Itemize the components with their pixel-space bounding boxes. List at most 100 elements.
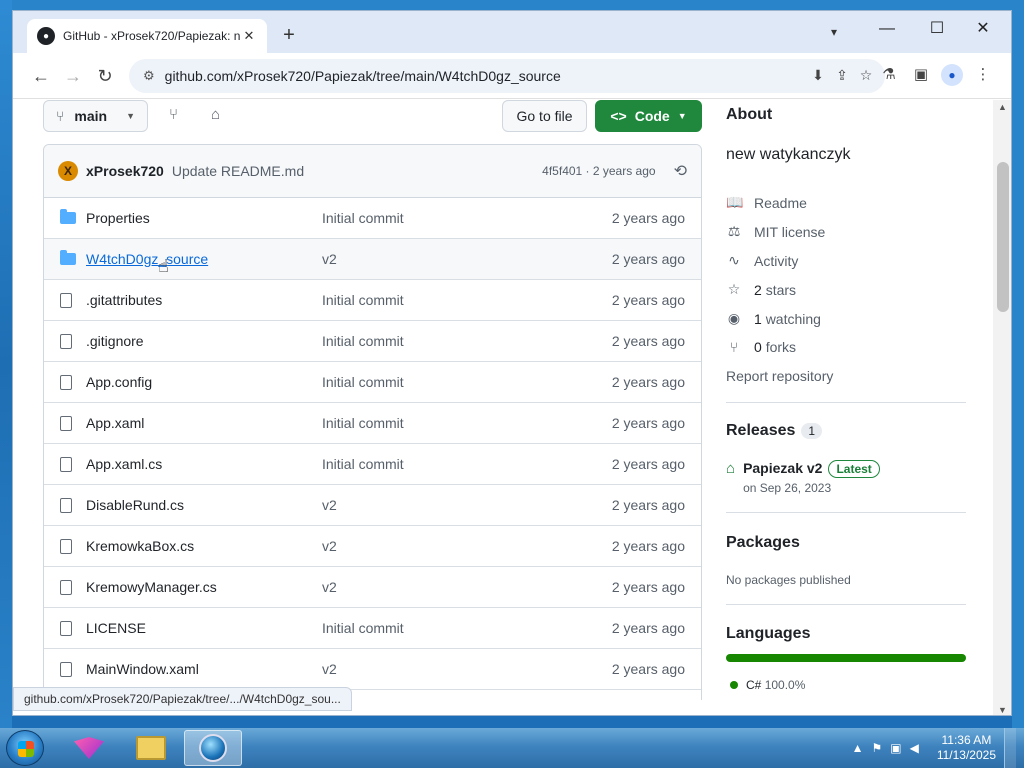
packages-heading[interactable]: Packages: [726, 534, 800, 552]
page-scrollbar[interactable]: ▲ ▼: [993, 100, 1011, 715]
stars-count: 2: [754, 281, 762, 298]
file-name-link[interactable]: LICENSE: [86, 620, 322, 636]
commit-message-link[interactable]: v2: [322, 661, 612, 677]
report-repository-link[interactable]: Report repository: [726, 368, 833, 384]
chevron-down-icon: ▼: [126, 111, 135, 121]
scroll-down-icon[interactable]: ▼: [998, 705, 1007, 715]
taskbar-browser[interactable]: [184, 730, 242, 766]
commit-message-link[interactable]: v2: [322, 251, 612, 267]
release-item[interactable]: ⌂ Papiezak v2 Latest on Sep 26, 2023: [726, 460, 880, 495]
commit-message-link[interactable]: Initial commit: [322, 374, 612, 390]
commit-author-link[interactable]: xProsek720: [86, 163, 164, 179]
file-name-link[interactable]: .gitignore: [86, 333, 322, 349]
avatar[interactable]: X: [58, 161, 78, 181]
table-row[interactable]: .gitignore Initial commit 2 years ago: [44, 321, 701, 362]
commit-message-link[interactable]: Update README.md: [172, 163, 304, 179]
releases-heading[interactable]: Releases 1: [726, 422, 823, 440]
desktop-background-left: [0, 0, 12, 728]
file-name-link[interactable]: KremowyManager.cs: [86, 579, 322, 595]
commit-message-link[interactable]: Initial commit: [322, 210, 612, 226]
file-name-link[interactable]: .gitattributes: [86, 292, 322, 308]
file-name-link[interactable]: App.xaml.cs: [86, 456, 322, 472]
back-button[interactable]: ←: [25, 60, 57, 92]
menu-kebab-icon[interactable]: ⋮: [971, 59, 995, 91]
readme-link[interactable]: 📖 Readme: [726, 194, 807, 211]
activity-link[interactable]: ∿ Activity: [726, 252, 798, 269]
commit-sha-time[interactable]: 4f5f401 · 2 years ago: [542, 164, 655, 178]
table-row[interactable]: App.xaml.cs Initial commit 2 years ago: [44, 444, 701, 485]
commit-message-link[interactable]: v2: [322, 497, 612, 513]
show-hidden-icons-icon[interactable]: ▲: [852, 741, 864, 755]
clock[interactable]: 11:36 AM 11/13/2025: [937, 733, 996, 763]
file-name-link[interactable]: MainWindow.xaml: [86, 661, 322, 677]
scroll-up-icon[interactable]: ▲: [998, 102, 1007, 112]
bookmark-star-icon[interactable]: ☆: [857, 67, 875, 84]
show-desktop-button[interactable]: [1004, 728, 1016, 768]
new-tab-button[interactable]: +: [277, 23, 301, 47]
file-name-link[interactable]: App.xaml: [86, 415, 322, 431]
table-row[interactable]: LICENSE Initial commit 2 years ago: [44, 608, 701, 649]
history-icon[interactable]: ⟲: [674, 161, 687, 181]
file-icon: [60, 580, 72, 595]
action-center-icon[interactable]: ⚑: [871, 741, 882, 755]
no-packages-text: No packages published: [726, 573, 851, 587]
commit-message-link[interactable]: Initial commit: [322, 292, 612, 308]
close-tab-icon[interactable]: ✕: [241, 28, 257, 44]
commit-message-link[interactable]: Initial commit: [322, 333, 612, 349]
start-button[interactable]: [6, 730, 44, 766]
file-name-link[interactable]: DisableRund.cs: [86, 497, 322, 513]
install-app-icon[interactable]: ⬇: [809, 67, 827, 84]
commit-message-link[interactable]: Initial commit: [322, 415, 612, 431]
row-icon: [60, 209, 86, 226]
table-row[interactable]: KremowkaBox.cs v2 2 years ago: [44, 526, 701, 567]
go-to-file-button[interactable]: Go to file: [502, 100, 587, 132]
table-row[interactable]: .gitattributes Initial commit 2 years ago: [44, 280, 701, 321]
pulse-icon: ∿: [728, 252, 740, 268]
commit-message-link[interactable]: Initial commit: [322, 620, 612, 636]
address-bar[interactable]: ⚙ github.com/xProsek720/Papiezak/tree/ma…: [129, 59, 885, 93]
network-icon[interactable]: ▣: [890, 741, 901, 755]
file-name-link[interactable]: W4tchD0gz_source: [86, 251, 322, 267]
file-name-link[interactable]: KremowkaBox.cs: [86, 538, 322, 554]
taskbar-app-1[interactable]: [60, 730, 118, 766]
scrollbar-thumb[interactable]: [997, 162, 1009, 312]
table-row[interactable]: MainWindow.xaml v2 2 years ago: [44, 649, 701, 690]
table-row[interactable]: DisableRund.cs v2 2 years ago: [44, 485, 701, 526]
table-row[interactable]: KremowyManager.cs v2 2 years ago: [44, 567, 701, 608]
profile-avatar-icon[interactable]: ●: [941, 64, 963, 86]
table-row[interactable]: W4tchD0gz_source v2 2 years ago: [44, 239, 701, 280]
branch-selector-button[interactable]: ⑂ main ▼: [43, 100, 148, 132]
tags-icon[interactable]: ⌂: [211, 106, 220, 123]
volume-icon[interactable]: ◀: [910, 741, 919, 755]
row-icon: [60, 250, 86, 267]
side-panel-icon[interactable]: ▣: [909, 59, 933, 91]
reload-button[interactable]: ↻: [89, 60, 121, 92]
close-window-button[interactable]: ✕: [965, 17, 1001, 41]
taskbar-file-explorer[interactable]: [122, 730, 180, 766]
minimize-button[interactable]: —: [869, 17, 905, 41]
file-name-link[interactable]: Properties: [86, 210, 322, 226]
hand-cursor-icon: ☝: [158, 256, 169, 276]
desktop-background: [0, 0, 1024, 10]
browser-tab[interactable]: ● GitHub - xProsek720/Papiezak: n ✕: [27, 19, 267, 53]
commit-message-link[interactable]: v2: [322, 579, 612, 595]
language-item[interactable]: C# 100.0%: [730, 678, 805, 692]
forks-link[interactable]: ⑂ 0 forks: [726, 339, 796, 355]
extensions-icon[interactable]: ⚗: [877, 59, 901, 91]
maximize-button[interactable]: ☐: [919, 17, 955, 41]
branches-icon[interactable]: ⑂: [169, 106, 178, 123]
file-name-link[interactable]: App.config: [86, 374, 322, 390]
forward-button[interactable]: →: [57, 60, 89, 92]
share-icon[interactable]: ⇪: [833, 67, 851, 84]
commit-message-link[interactable]: Initial commit: [322, 456, 612, 472]
table-row[interactable]: App.xaml Initial commit 2 years ago: [44, 403, 701, 444]
commit-message-link[interactable]: v2: [322, 538, 612, 554]
license-link[interactable]: ⚖ MIT license: [726, 223, 826, 240]
table-row[interactable]: App.config Initial commit 2 years ago: [44, 362, 701, 403]
watching-link[interactable]: ◉ 1 watching: [726, 310, 821, 327]
table-row[interactable]: Properties Initial commit 2 years ago: [44, 198, 701, 239]
code-button[interactable]: <> Code ▼: [595, 100, 702, 132]
site-info-icon[interactable]: ⚙: [143, 68, 155, 84]
tab-search-icon[interactable]: ▾: [831, 25, 837, 39]
stars-link[interactable]: ☆ 2 stars: [726, 281, 796, 298]
